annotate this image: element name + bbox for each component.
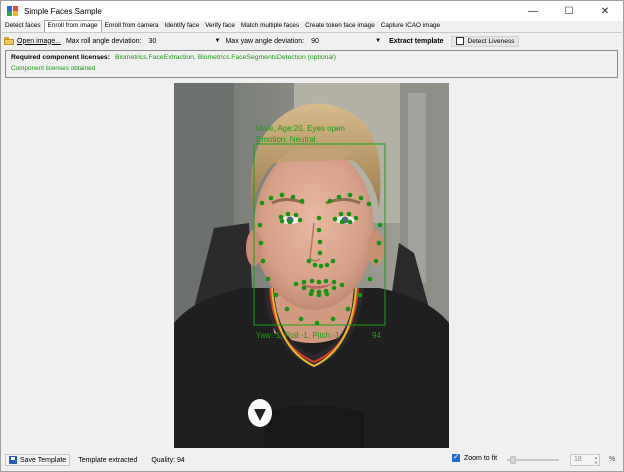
zoom-spinbox[interactable]: 18 ▲ ▼: [570, 454, 600, 466]
tab-capture-icao-image[interactable]: Capture ICAO image: [378, 21, 443, 32]
face-photo: Male, Age:20, Eyes open Emotion: Neutral…: [174, 83, 449, 448]
license-status: Component licenses obtained: [11, 65, 96, 72]
save-icon: [9, 456, 17, 464]
roll-angle-label: Max roll angle deviation:: [65, 37, 142, 45]
zoom-slider-thumb[interactable]: [510, 456, 516, 464]
image-viewer[interactable]: Male, Age:20, Eyes open Emotion: Neutral…: [174, 83, 449, 448]
tab-match-multiple-faces[interactable]: Match multiple faces: [238, 21, 302, 32]
chevron-down-icon: ▼: [375, 38, 382, 44]
quality-text: Quality: 94: [151, 456, 185, 464]
tab-strip: Detect faces Enroll from image Enroll fr…: [2, 20, 622, 33]
window-controls: — ☐ ✕: [515, 1, 623, 21]
tab-identify-face[interactable]: Identify face: [162, 21, 202, 32]
status-bar: Save Template Template extracted Quality…: [1, 451, 623, 469]
detect-liveness-option[interactable]: Detect Liveness: [450, 35, 520, 47]
license-components: Biometrics.FaceExtraction, Biometrics.Fa…: [114, 54, 336, 61]
zoom-to-fit-option[interactable]: Zoom to fit: [452, 452, 498, 462]
extract-template-button[interactable]: Extract template: [389, 38, 443, 45]
zoom-to-fit-label: Zoom to fit: [464, 454, 498, 462]
tab-verify-face[interactable]: Verify face: [202, 21, 238, 32]
detect-liveness-checkbox[interactable]: [455, 37, 464, 45]
spin-arrows-icon[interactable]: ▲ ▼: [594, 455, 598, 465]
window-title: Simple Faces Sample: [24, 6, 102, 16]
zoom-to-fit-checkbox[interactable]: [452, 452, 460, 462]
roll-angle-dropdown[interactable]: 30 ▼: [145, 35, 222, 47]
toolbar: Open image... Max roll angle deviation: …: [1, 34, 623, 48]
detect-liveness-label: Detect Liveness: [467, 37, 515, 45]
tab-create-token-face-image[interactable]: Create token face image: [302, 21, 378, 32]
save-template-button[interactable]: Save Template: [5, 454, 71, 466]
yaw-angle-dropdown[interactable]: 90 ▼: [308, 35, 383, 47]
yaw-angle-label: Max yaw angle deviation:: [225, 37, 305, 45]
face-pose-label: Yaw:-1, Roll:-1, Pitch:-1: [256, 331, 340, 340]
yaw-angle-value: 90: [311, 37, 319, 45]
tab-enroll-from-camera[interactable]: Enroll from camera: [102, 21, 162, 32]
face-score-label: 94: [372, 331, 381, 340]
roll-angle-value: 30: [148, 37, 157, 45]
zoom-slider[interactable]: [507, 456, 559, 464]
save-template-label: Save Template: [20, 456, 67, 464]
chevron-down-icon: ▼: [214, 38, 221, 44]
app-window: Simple Faces Sample — ☐ ✕ Detect faces E…: [0, 0, 624, 472]
title-bar: Simple Faces Sample — ☐ ✕: [1, 1, 623, 21]
maximize-button[interactable]: ☐: [551, 1, 587, 21]
folder-icon: [4, 37, 14, 45]
face-attributes-label: Male, Age:20, Eyes open: [256, 124, 345, 133]
open-image-button[interactable]: Open image...: [4, 37, 61, 45]
open-image-label: Open image...: [17, 37, 61, 45]
license-label: Required component licenses:: [11, 54, 110, 61]
tab-detect-faces[interactable]: Detect faces: [2, 21, 44, 32]
license-panel: Required component licenses: Biometrics.F…: [5, 50, 618, 78]
face-emotion-label: Emotion: Neutral: [256, 135, 316, 144]
minimize-button[interactable]: —: [515, 1, 551, 21]
license-requirements: Required component licenses: Biometrics.F…: [11, 54, 336, 61]
tab-enroll-from-image[interactable]: Enroll from image: [43, 20, 102, 32]
status-text: Template extracted: [78, 456, 138, 464]
close-button[interactable]: ✕: [587, 1, 623, 21]
zoom-unit: %: [609, 456, 616, 463]
zoom-value: 18: [574, 456, 582, 463]
app-logo-icon: [7, 6, 19, 16]
